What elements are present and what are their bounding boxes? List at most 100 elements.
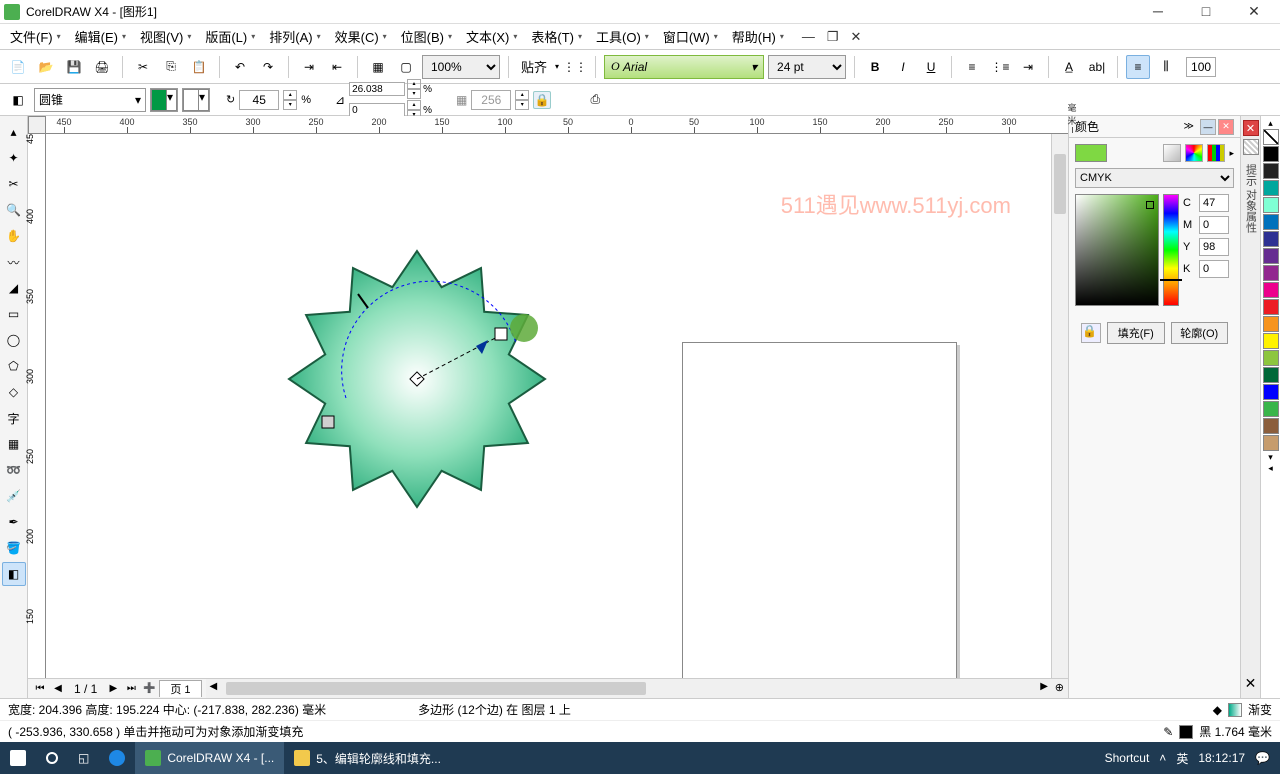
search-button[interactable] bbox=[36, 742, 68, 774]
palette-swatch[interactable] bbox=[1263, 299, 1279, 315]
color-model-select[interactable]: CMYK bbox=[1075, 168, 1234, 188]
polygon-tool[interactable]: ⬠ bbox=[2, 354, 26, 378]
eyedropper-tool[interactable]: 💉 bbox=[2, 484, 26, 508]
fill-button[interactable]: 填充(F) bbox=[1107, 322, 1165, 344]
shape-tool[interactable]: ✦ bbox=[2, 146, 26, 170]
palette-swatch[interactable] bbox=[1263, 418, 1279, 434]
export-button[interactable]: ⇤ bbox=[325, 55, 349, 79]
angle-input[interactable] bbox=[239, 90, 279, 110]
bullets-button[interactable]: ⋮≡ bbox=[988, 55, 1012, 79]
drawing-surface[interactable]: 511遇见www.511yj.com bbox=[46, 134, 1051, 678]
color-mode-2[interactable] bbox=[1185, 144, 1203, 162]
palette-swatch[interactable] bbox=[1263, 350, 1279, 366]
vert-text-button[interactable]: ⫼ bbox=[1154, 55, 1178, 79]
menu-帮助(H)[interactable]: 帮助(H)▾ bbox=[726, 25, 790, 48]
minimize-button[interactable]: ─ bbox=[1144, 3, 1172, 20]
text-edit-button[interactable]: ab| bbox=[1085, 55, 1109, 79]
mdi-minimize[interactable]: — bbox=[798, 29, 819, 45]
side-tab-icon[interactable] bbox=[1243, 139, 1259, 155]
tray-ime[interactable]: 英 bbox=[1176, 750, 1188, 767]
indent-button[interactable]: ⇥ bbox=[1016, 55, 1040, 79]
k-input[interactable] bbox=[1199, 260, 1229, 278]
pick-tool[interactable]: ▴ bbox=[2, 120, 26, 144]
table-tool[interactable]: ▦ bbox=[2, 432, 26, 456]
close-button[interactable]: ✕ bbox=[1240, 3, 1268, 20]
coord-y-input[interactable] bbox=[349, 103, 405, 117]
copy-properties-button[interactable]: ⎙ bbox=[583, 88, 607, 112]
bold-button[interactable]: B bbox=[863, 55, 887, 79]
task-coreldraw[interactable]: CorelDRAW X4 - [... bbox=[135, 742, 284, 774]
polygon-shape[interactable] bbox=[266, 228, 566, 528]
start-color-well[interactable]: ▾ bbox=[151, 89, 177, 111]
import-button[interactable]: ⇥ bbox=[297, 55, 321, 79]
crop-tool[interactable]: ✂ bbox=[2, 172, 26, 196]
palette-swatch[interactable] bbox=[1263, 265, 1279, 281]
page-tab-1[interactable]: 页 1 bbox=[159, 680, 201, 697]
palette-swatch[interactable] bbox=[1263, 163, 1279, 179]
palette-up[interactable]: ▴ bbox=[1268, 118, 1273, 129]
rectangle-tool[interactable]: ▭ bbox=[2, 302, 26, 326]
redo-button[interactable]: ↷ bbox=[256, 55, 280, 79]
palette-swatch[interactable] bbox=[1263, 367, 1279, 383]
docker-close[interactable]: ✕ bbox=[1218, 119, 1234, 135]
fill-tool[interactable]: 🪣 bbox=[2, 536, 26, 560]
tray-notification-icon[interactable]: 💬 bbox=[1255, 751, 1270, 765]
menu-工具(O)[interactable]: 工具(O)▾ bbox=[590, 25, 655, 48]
side-tab-label[interactable]: 提示 对象属性 bbox=[1243, 164, 1259, 233]
palette-swatch[interactable] bbox=[1263, 231, 1279, 247]
color-mode-1[interactable] bbox=[1163, 144, 1181, 162]
palette-swatch[interactable] bbox=[1263, 214, 1279, 230]
text-tool[interactable]: 字 bbox=[2, 406, 26, 430]
palette-down[interactable]: ▾ bbox=[1268, 452, 1273, 463]
next-page[interactable]: ▶ bbox=[105, 683, 121, 694]
menu-文本(X)[interactable]: 文本(X)▾ bbox=[460, 25, 523, 48]
cut-button[interactable]: ✂ bbox=[131, 55, 155, 79]
outline-swatch[interactable] bbox=[1179, 725, 1193, 739]
edge-button[interactable] bbox=[99, 742, 135, 774]
menu-窗口(W)[interactable]: 窗口(W)▾ bbox=[657, 25, 724, 48]
menu-编辑(E)[interactable]: 编辑(E)▾ bbox=[69, 25, 132, 48]
coord-x-input[interactable] bbox=[349, 82, 405, 96]
welcome-button[interactable]: ▢ bbox=[394, 55, 418, 79]
outline-tool[interactable]: ✒ bbox=[2, 510, 26, 534]
underline-button[interactable]: U bbox=[919, 55, 943, 79]
angle-spinner[interactable]: ▴▾ bbox=[283, 90, 297, 110]
menu-效果(C)[interactable]: 效果(C)▾ bbox=[329, 25, 393, 48]
last-page[interactable]: ⏭ bbox=[123, 683, 139, 694]
copy-button[interactable]: ⎘ bbox=[159, 55, 183, 79]
mdi-restore[interactable]: ❐ bbox=[823, 29, 843, 45]
undo-button[interactable]: ↶ bbox=[228, 55, 252, 79]
fountain-type-icon[interactable]: ◧ bbox=[6, 88, 30, 112]
app-launcher[interactable]: ▦ bbox=[366, 55, 390, 79]
add-page[interactable]: ➕ bbox=[141, 683, 157, 694]
print-button[interactable]: 🖨 bbox=[90, 55, 114, 79]
char-format-button[interactable]: A̲ bbox=[1057, 55, 1081, 79]
horiz-text-button[interactable]: ≡ bbox=[1126, 55, 1150, 79]
menu-位图(B)[interactable]: 位图(B)▾ bbox=[395, 25, 458, 48]
saturation-value-picker[interactable] bbox=[1075, 194, 1159, 306]
save-button[interactable]: 💾 bbox=[62, 55, 86, 79]
zoom-tool[interactable]: 🔍 bbox=[2, 198, 26, 222]
outline-button[interactable]: 轮廓(O) bbox=[1171, 322, 1229, 344]
palette-swatch[interactable] bbox=[1263, 401, 1279, 417]
tray-up-icon[interactable]: ˄ bbox=[1159, 751, 1166, 765]
open-button[interactable]: 📂 bbox=[34, 55, 58, 79]
smart-fill-tool[interactable]: ◢ bbox=[2, 276, 26, 300]
menu-视图(V)[interactable]: 视图(V)▾ bbox=[134, 25, 197, 48]
basic-shapes-tool[interactable]: ◇ bbox=[2, 380, 26, 404]
fill-swatch[interactable] bbox=[1228, 703, 1242, 717]
fontsize-select[interactable]: 24 pt bbox=[768, 55, 846, 79]
horizontal-scrollbar[interactable]: ◀ ▶ ⊕ bbox=[206, 679, 1068, 698]
menu-表格(T)[interactable]: 表格(T)▾ bbox=[525, 25, 588, 48]
new-button[interactable]: 📄 bbox=[6, 55, 30, 79]
paste-button[interactable]: 📋 bbox=[187, 55, 211, 79]
palette-swatch[interactable] bbox=[1263, 333, 1279, 349]
freehand-tool[interactable]: 〰 bbox=[2, 250, 26, 274]
tray-shortcut[interactable]: Shortcut bbox=[1105, 751, 1150, 765]
ellipse-tool[interactable]: ◯ bbox=[2, 328, 26, 352]
task-explorer[interactable]: 5、编辑轮廓线和填充... bbox=[284, 742, 451, 774]
c-input[interactable] bbox=[1199, 194, 1229, 212]
lock-icon[interactable]: 🔒 bbox=[533, 91, 551, 109]
y-input[interactable] bbox=[1199, 238, 1229, 256]
blend-tool[interactable]: ➿ bbox=[2, 458, 26, 482]
